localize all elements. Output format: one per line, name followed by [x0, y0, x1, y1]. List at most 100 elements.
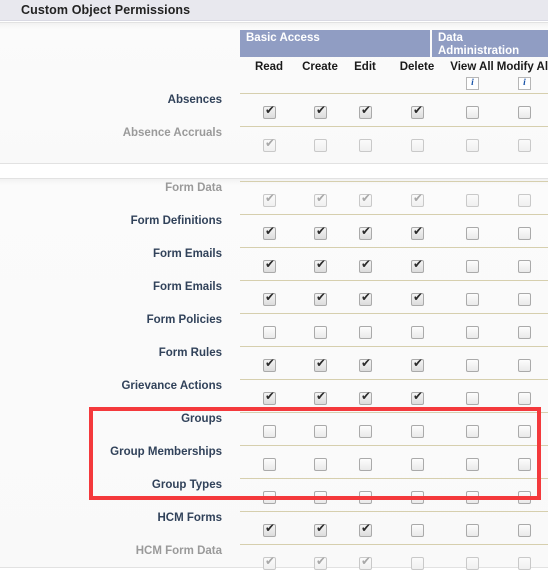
checkbox-create[interactable]: ✔: [314, 258, 327, 273]
checkbox-create[interactable]: [314, 491, 327, 504]
checkbox-delete[interactable]: [411, 458, 424, 471]
checkbox-modify-all[interactable]: [518, 491, 531, 504]
check-icon: ✔: [265, 521, 276, 535]
checkbox-view-all[interactable]: [466, 359, 479, 372]
checkbox-delete[interactable]: [411, 524, 424, 537]
column-group-data-administration-label-line2: Administration: [438, 44, 520, 57]
checkbox-delete[interactable]: ✔: [411, 291, 424, 306]
checkbox-view-all[interactable]: [466, 227, 479, 240]
checkbox-read[interactable]: ✔: [263, 291, 276, 306]
checkbox-read[interactable]: ✔: [263, 104, 276, 119]
checkbox-delete[interactable]: [411, 491, 424, 504]
checkbox-read[interactable]: ✔: [263, 521, 276, 537]
checkbox-edit[interactable]: [359, 458, 372, 471]
check-icon: ✔: [361, 103, 372, 117]
check-icon: ✔: [265, 224, 276, 238]
check-icon: ✔: [361, 191, 372, 205]
table-row: Grievance Actions ✔ ✔ ✔ ✔: [0, 379, 548, 412]
row-label: Group Types: [151, 479, 222, 491]
checkbox-read[interactable]: ✔: [263, 224, 276, 240]
checkbox-create[interactable]: [314, 458, 327, 471]
checkbox-create[interactable]: ✔: [314, 225, 327, 240]
checkbox-create[interactable]: ✔: [314, 522, 327, 537]
checkbox-create[interactable]: ✔: [314, 357, 327, 372]
checkbox-read[interactable]: [263, 425, 276, 438]
check-icon: ✔: [413, 356, 424, 370]
checkbox-delete[interactable]: ✔: [411, 225, 424, 240]
checkbox-view-all[interactable]: [466, 425, 479, 438]
row-label: Form Data: [165, 182, 222, 194]
row-label: Absence Accruals: [122, 127, 222, 139]
checkbox-view-all[interactable]: [466, 106, 479, 119]
check-icon: ✔: [361, 389, 372, 403]
checkbox-edit: [359, 139, 372, 152]
checkbox-read[interactable]: ✔: [263, 258, 276, 273]
checkbox-view-all[interactable]: [466, 491, 479, 504]
checkbox-view-all: [466, 194, 479, 207]
row-separator: [240, 478, 548, 479]
checkbox-edit[interactable]: ✔: [359, 225, 372, 240]
checkbox-view-all[interactable]: [466, 293, 479, 306]
checkbox-modify-all[interactable]: [518, 260, 531, 273]
checkbox-view-all[interactable]: [466, 326, 479, 339]
table-row: Form Rules ✔ ✔ ✔ ✔: [0, 346, 548, 379]
checkbox-delete[interactable]: [411, 326, 424, 339]
checkbox-edit[interactable]: ✔: [359, 257, 372, 273]
row-label: HCM Forms: [157, 512, 222, 524]
checkbox-edit[interactable]: ✔: [359, 357, 372, 372]
checkbox-edit[interactable]: ✔: [359, 522, 372, 537]
checkbox-create[interactable]: [314, 326, 327, 339]
checkbox-read[interactable]: ✔: [263, 390, 276, 405]
checkbox-modify-all[interactable]: [518, 458, 531, 471]
row-label: Form Rules: [158, 347, 222, 359]
checkbox-delete[interactable]: ✔: [411, 257, 424, 273]
checkbox-modify-all[interactable]: [518, 425, 531, 438]
table-row: HCM Forms ✔ ✔ ✔: [0, 511, 548, 544]
row-separator: [240, 181, 548, 182]
check-icon: ✔: [316, 554, 327, 568]
checkbox-read[interactable]: [263, 326, 276, 339]
info-icon-modify-all[interactable]: i: [518, 77, 531, 90]
checkbox-modify-all[interactable]: [518, 106, 531, 119]
checkbox-edit[interactable]: ✔: [359, 389, 372, 405]
info-icon-view-all[interactable]: i: [466, 77, 479, 90]
check-icon: ✔: [413, 389, 424, 403]
checkbox-modify-all[interactable]: [518, 227, 531, 240]
checkbox-delete[interactable]: ✔: [411, 389, 424, 405]
check-icon: ✔: [361, 257, 372, 271]
checkbox-view-all[interactable]: [466, 260, 479, 273]
check-icon: ✔: [413, 257, 424, 271]
checkbox-delete[interactable]: ✔: [411, 104, 424, 119]
checkbox-edit[interactable]: [359, 491, 372, 504]
checkbox-delete[interactable]: [411, 425, 424, 438]
checkbox-edit[interactable]: [359, 326, 372, 339]
checkbox-view-all[interactable]: [466, 524, 479, 537]
checkbox-read[interactable]: [263, 491, 276, 504]
checkbox-create[interactable]: ✔: [314, 103, 327, 119]
row-label: Form Emails: [152, 248, 222, 260]
checkbox-modify-all[interactable]: [518, 293, 531, 306]
checkbox-view-all[interactable]: [466, 458, 479, 471]
checkbox-delete: [411, 557, 424, 570]
checkbox-edit[interactable]: ✔: [359, 103, 372, 119]
checkbox-edit: ✔: [359, 191, 372, 207]
checkbox-modify-all[interactable]: [518, 524, 531, 537]
checkbox-read[interactable]: ✔: [263, 357, 276, 372]
row-separator: [240, 412, 548, 413]
checkbox-edit: ✔: [359, 555, 372, 570]
checkbox-create[interactable]: ✔: [314, 390, 327, 405]
checkbox-edit[interactable]: [359, 425, 372, 438]
checkbox-create[interactable]: ✔: [314, 291, 327, 306]
checkbox-edit[interactable]: ✔: [359, 291, 372, 306]
checkbox-view-all[interactable]: [466, 392, 479, 405]
checkbox-modify-all[interactable]: [518, 392, 531, 405]
check-icon: ✔: [316, 103, 327, 117]
checkbox-delete[interactable]: ✔: [411, 356, 424, 372]
checkbox-read[interactable]: [263, 458, 276, 471]
checkbox-create: ✔: [314, 554, 327, 570]
checkbox-modify-all[interactable]: [518, 359, 531, 372]
checkbox-create[interactable]: [314, 425, 327, 438]
checkbox-modify-all[interactable]: [518, 326, 531, 339]
table-row: Absences ✔ ✔ ✔ ✔: [0, 93, 548, 126]
row-separator: [240, 544, 548, 545]
